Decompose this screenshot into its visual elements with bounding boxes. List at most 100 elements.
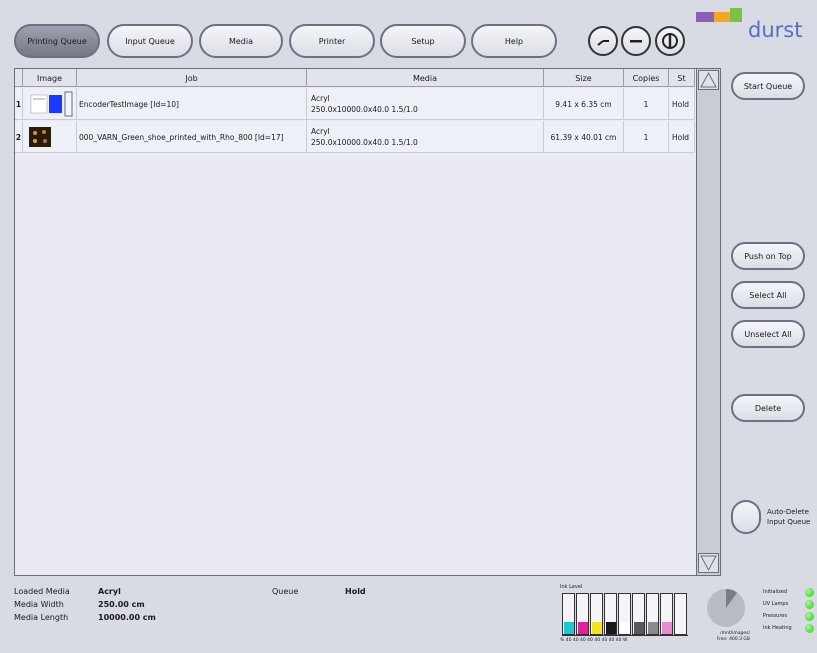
image-thumbnail: [23, 88, 77, 120]
ink-bar-9: [674, 593, 687, 635]
ink-bar-fill: [648, 622, 658, 634]
queue-value: Hold: [345, 587, 366, 596]
row-number: 1: [15, 88, 23, 120]
logo-color-bar: [696, 12, 714, 22]
column-header-copies[interactable]: Copies: [624, 69, 669, 87]
indicator-label: Ink Heating: [763, 625, 792, 631]
column-header-status[interactable]: St: [669, 69, 695, 87]
column-header-media[interactable]: Media: [307, 69, 544, 87]
ink-bar-fill: [620, 622, 630, 634]
ink-bar-3: [590, 593, 603, 635]
arrow-up-icon: [700, 71, 717, 88]
queue-state-text: Hold: [345, 587, 366, 596]
unselect-all-button[interactable]: Unselect All: [731, 320, 805, 348]
ink-bar-fill: [578, 622, 588, 634]
row-number: 2: [15, 121, 23, 153]
job-name: EncoderTestImage [Id=10]: [77, 88, 307, 120]
tab-input-queue[interactable]: Input Queue: [107, 24, 193, 58]
disk-usage-label: /mnt/images/ Free: 400.3 GB: [700, 631, 750, 643]
logo-color-bar: [730, 8, 742, 22]
tab-label: Printing Queue: [27, 36, 87, 46]
ink-bar-7: [646, 593, 659, 635]
tab-setup[interactable]: Setup: [380, 24, 466, 58]
media-spec: 250.0x10000.0x40.0 1.5/1.0: [311, 105, 418, 114]
status-lamp-pressures: [805, 612, 814, 621]
auto-delete-toggle[interactable]: [731, 500, 761, 534]
ink-bar-fill: [662, 622, 672, 634]
size-value: 61.39 x 40.01 cm: [544, 121, 624, 153]
copies-value: 1: [624, 121, 669, 153]
copies-value: 1: [624, 88, 669, 120]
logo-color-bar: [714, 12, 730, 22]
table-row[interactable]: 1 EncoderTestImage [Id=10] Acryl 250.0x1…: [15, 88, 695, 120]
indicator-label: UV Lamps: [763, 601, 789, 607]
status-lamp-initialized: [805, 588, 814, 597]
arrow-down-icon: [700, 555, 717, 572]
scroll-up-button[interactable]: [698, 70, 719, 90]
ink-bar-4: [604, 593, 617, 635]
thumbnail-encoder-test: [30, 91, 73, 117]
ink-level-scale: % 40 40 40 40 40 40 40 40 W: [560, 638, 628, 643]
push-on-top-button[interactable]: Push on Top: [731, 242, 805, 270]
tab-label: Help: [504, 36, 524, 46]
ink-bar-fill: [564, 622, 574, 634]
power-button[interactable]: [655, 26, 685, 56]
ink-bar-fill: [634, 622, 644, 634]
indicator-label: Pressures: [763, 613, 787, 619]
media-name: Acryl: [311, 127, 330, 136]
column-header-size[interactable]: Size: [544, 69, 624, 87]
media-width-value: 250.00 cm: [98, 600, 145, 609]
tab-printer[interactable]: Printer: [289, 24, 375, 58]
table-row[interactable]: 2 000_VARN_Green_shoe_printed_with_Rho_8…: [15, 121, 695, 153]
media-info: Acryl 250.0x10000.0x40.0 1.5/1.0: [307, 88, 544, 120]
column-header-select[interactable]: [15, 69, 23, 87]
ink-bar-1: [562, 593, 575, 635]
status-value: Hold: [669, 121, 695, 153]
tab-help[interactable]: Help: [471, 24, 557, 58]
tab-label: Setup: [411, 36, 435, 46]
printing-queue-table: Image Job Media Size Copies St 1 Encoder…: [14, 68, 721, 576]
media-width-label: Media Width: [14, 600, 64, 609]
tab-label: Printer: [318, 36, 346, 46]
durst-logo: durst: [696, 8, 806, 48]
table-header: Image Job Media Size Copies St: [15, 69, 695, 87]
clock-button[interactable]: [588, 26, 618, 56]
delete-button[interactable]: Delete: [731, 394, 805, 422]
column-header-image[interactable]: Image: [23, 69, 77, 87]
ink-bar-6: [632, 593, 645, 635]
status-lamp-uv-lamps: [805, 600, 814, 609]
size-value: 9.41 x 6.35 cm: [544, 88, 624, 120]
loaded-media-value: Acryl: [98, 587, 121, 596]
auto-delete-label-line1: Auto-Delete: [767, 508, 809, 516]
ink-level-title: Ink Level: [560, 584, 583, 590]
minimize-button[interactable]: [621, 26, 651, 56]
status-lamp-ink-heating: [805, 624, 814, 633]
loaded-media-label: Loaded Media: [14, 587, 70, 596]
column-header-job[interactable]: Job: [77, 69, 307, 87]
ink-bar-2: [576, 593, 589, 635]
auto-delete-label: Auto-Delete Input Queue: [767, 507, 817, 527]
vertical-scrollbar[interactable]: [696, 69, 720, 575]
media-spec: 250.0x10000.0x40.0 1.5/1.0: [311, 138, 418, 147]
queue-label: Queue: [272, 587, 299, 596]
disk-usage-pie: [707, 589, 745, 627]
power-icon: [662, 33, 678, 49]
job-name: 000_VARN_Green_shoe_printed_with_Rho_800…: [77, 121, 307, 153]
clock-icon: [597, 40, 609, 46]
logo-text: durst: [748, 18, 803, 42]
tab-media[interactable]: Media: [199, 24, 283, 58]
media-length-label: Media Length: [14, 613, 69, 622]
indicator-label: Initialized: [763, 589, 788, 595]
status-value: Hold: [669, 88, 695, 120]
tab-printing-queue[interactable]: Printing Queue: [14, 24, 100, 58]
ink-level-panel: Ink Level % 40 40 40 40 40 40 40 40 W: [560, 584, 696, 646]
ink-bar-8: [660, 593, 673, 635]
media-width-text: 250.00 cm: [98, 600, 145, 609]
select-all-button[interactable]: Select All: [731, 281, 805, 309]
media-info: Acryl 250.0x10000.0x40.0 1.5/1.0: [307, 121, 544, 153]
scroll-down-button[interactable]: [698, 553, 719, 573]
tab-label: Media: [228, 36, 254, 46]
start-queue-button[interactable]: Start Queue: [731, 72, 805, 100]
minus-icon: [630, 40, 642, 43]
tab-label: Input Queue: [125, 36, 175, 46]
